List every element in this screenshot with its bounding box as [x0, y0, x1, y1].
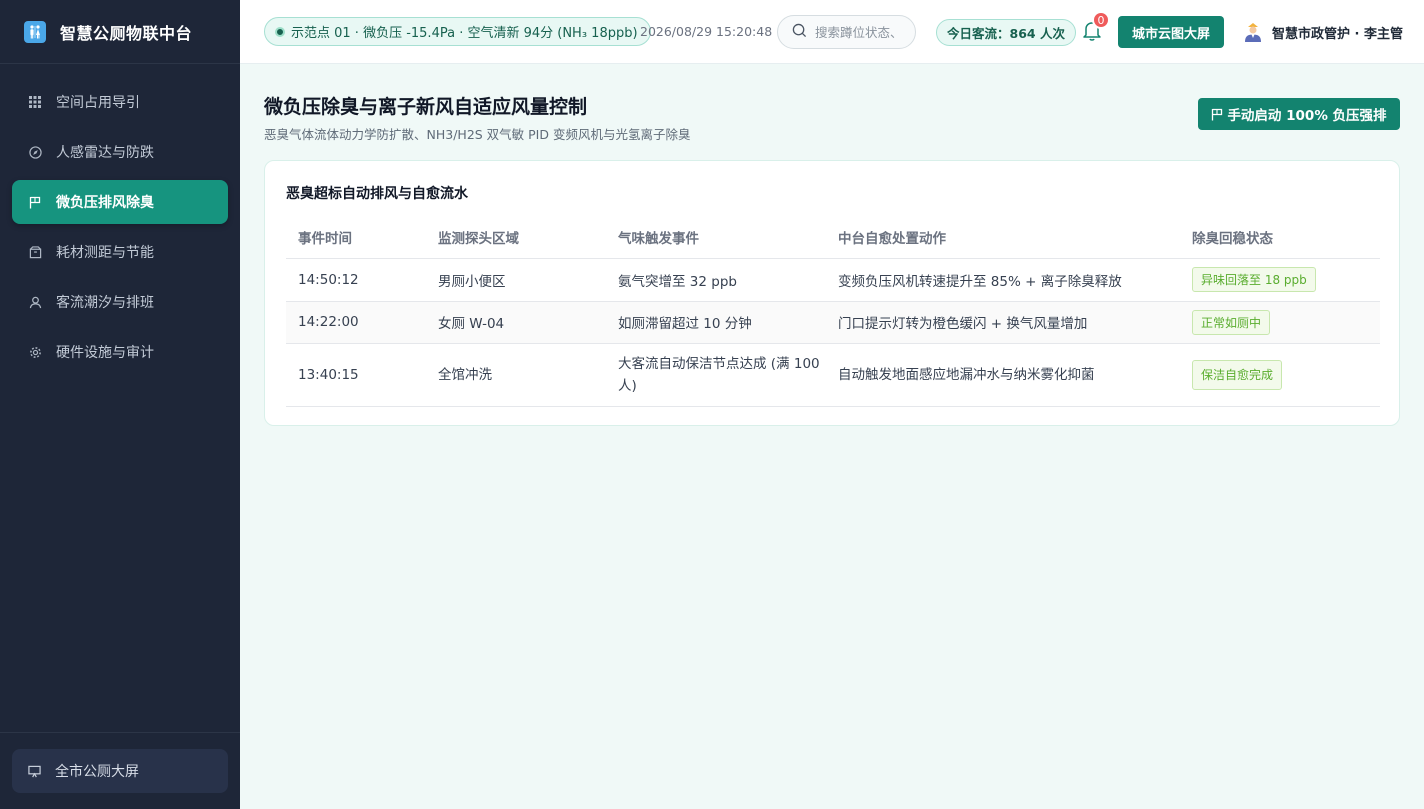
page-title: 微负压除臭与离子新风自适应风量控制 — [264, 96, 588, 118]
flag-icon — [28, 195, 42, 209]
search-icon — [792, 23, 807, 42]
city-screen-button[interactable]: 全市公厕大屏 — [12, 749, 228, 793]
sidebar-item-consumables[interactable]: 耗材测距与节能 — [12, 230, 228, 274]
site-status-badge: 示范点 01 · 微负压 -15.4Pa · 空气清新 94分 (NH₃ 18p… — [264, 17, 651, 46]
site-status-text: 示范点 01 · 微负压 -15.4Pa · 空气清新 94分 (NH₃ 18p… — [291, 26, 638, 41]
compass-icon — [28, 145, 42, 159]
column-header: 监测探头区域 — [426, 217, 606, 259]
event-table: 事件时间 监测探头区域 气味触发事件 中台自愈处置动作 除臭回稳状态 14:50… — [286, 217, 1380, 407]
box-icon — [28, 245, 42, 259]
event-action: 自动触发地面感应地漏冲水与纳米雾化抑菌 — [826, 343, 1180, 407]
event-action: 变频负压风机转速提升至 85% + 离子除臭释放 — [826, 258, 1180, 302]
sidebar-item-traffic[interactable]: 客流潮汐与排班 — [12, 280, 228, 324]
event-time: 14:50:12 — [286, 258, 426, 302]
column-header: 气味触发事件 — [606, 217, 826, 259]
avatar — [1244, 22, 1262, 42]
sidebar-item-label: 耗材测距与节能 — [56, 245, 154, 261]
restroom-logo-icon — [24, 20, 46, 43]
event-time: 13:40:15 — [286, 343, 426, 407]
sidebar-footer: 全市公厕大屏 — [0, 732, 240, 809]
event-trigger: 如厕滞留超过 10 分钟 — [606, 301, 826, 344]
user-name: 智慧市政管护 · 李主管 — [1272, 26, 1403, 42]
sidebar-item-label: 人感雷达与防跌 — [56, 145, 154, 161]
sidebar-item-label: 硬件设施与审计 — [56, 345, 154, 361]
brand: 智慧公厕物联中台 — [0, 0, 240, 64]
sidebar-item-label: 空间占用导引 — [56, 95, 140, 111]
event-area: 全馆冲洗 — [426, 343, 606, 407]
sidebar-item-label: 微负压排风除臭 — [56, 195, 154, 211]
user-icon — [28, 295, 42, 309]
card-title: 恶臭超标自动排风与自愈流水 — [286, 186, 468, 202]
page-subtitle: 恶臭气体流体动力学防扩散、NH3/H2S 双气敏 PID 变频风机与光氢离子除臭 — [264, 127, 691, 142]
monitor-icon — [28, 765, 41, 778]
current-datetime: 2026/08/29 15:20:48 — [640, 24, 773, 39]
grid-icon — [28, 95, 42, 109]
table-row: 13:40:15 全馆冲洗 大客流自动保洁节点达成 (满 100人) 自动触发地… — [286, 343, 1380, 407]
event-area: 女厕 W-04 — [426, 301, 606, 344]
table-row: 14:50:12 男厕小便区 氨气突增至 32 ppb 变频负压风机转速提升至 … — [286, 258, 1380, 302]
topbar: 示范点 01 · 微负压 -15.4Pa · 空气清新 94分 (NH₃ 18p… — [240, 0, 1424, 64]
table-header-row: 事件时间 监测探头区域 气味触发事件 中台自愈处置动作 除臭回稳状态 — [286, 217, 1380, 259]
status-dot-icon — [275, 26, 285, 37]
event-trigger: 氨气突增至 32 ppb — [606, 258, 826, 302]
column-header: 除臭回稳状态 — [1180, 217, 1380, 259]
flag-icon — [1211, 108, 1223, 121]
city-map-button[interactable]: 城市云图大屏 — [1118, 16, 1224, 48]
notification-count-badge: 0 — [1092, 11, 1110, 29]
force-exhaust-button[interactable]: 手动启动 100% 负压强排 — [1198, 98, 1400, 130]
sidebar: 智慧公厕物联中台 空间占用导引 人感雷达与防跌 微负压排风除臭 耗材测距与节能 — [0, 0, 240, 809]
sidebar-nav: 空间占用导引 人感雷达与防跌 微负压排风除臭 耗材测距与节能 客流潮汐与排班 硬… — [0, 64, 240, 374]
city-screen-label: 全市公厕大屏 — [55, 764, 139, 780]
sidebar-item-hardware[interactable]: 硬件设施与审计 — [12, 330, 228, 374]
event-log-card: 恶臭超标自动排风与自愈流水 事件时间 监测探头区域 气味触发事件 中台自愈处置动… — [264, 160, 1400, 426]
sidebar-item-radar-fall[interactable]: 人感雷达与防跌 — [12, 130, 228, 174]
search-box[interactable] — [777, 15, 916, 49]
daily-traffic-badge: 今日客流：864 人次 — [936, 19, 1076, 46]
status-badge: 保洁自愈完成 — [1192, 359, 1283, 390]
column-header: 中台自愈处置动作 — [826, 217, 1180, 259]
table-row: 14:22:00 女厕 W-04 如厕滞留超过 10 分钟 门口提示灯转为橙色缓… — [286, 301, 1380, 344]
event-time: 14:22:00 — [286, 301, 426, 344]
search-input[interactable] — [815, 24, 910, 40]
event-area: 男厕小便区 — [426, 258, 606, 302]
sidebar-item-label: 客流潮汐与排班 — [56, 295, 154, 311]
event-action: 门口提示灯转为橙色缓闪 + 换气风量增加 — [826, 301, 1180, 344]
column-header: 事件时间 — [286, 217, 426, 259]
status-badge: 异味回落至 18 ppb — [1192, 267, 1316, 292]
event-trigger: 大客流自动保洁节点达成 (满 100人) — [606, 343, 826, 407]
force-exhaust-label: 手动启动 100% 负压强排 — [1227, 108, 1387, 124]
user-profile[interactable]: 智慧市政管护 · 李主管 — [1244, 22, 1403, 42]
sidebar-item-ventilation[interactable]: 微负压排风除臭 — [12, 180, 228, 224]
app-title: 智慧公厕物联中台 — [60, 23, 193, 43]
gear-icon — [28, 345, 42, 359]
status-badge: 正常如厕中 — [1192, 309, 1271, 335]
sidebar-item-space-guide[interactable]: 空间占用导引 — [12, 80, 228, 124]
